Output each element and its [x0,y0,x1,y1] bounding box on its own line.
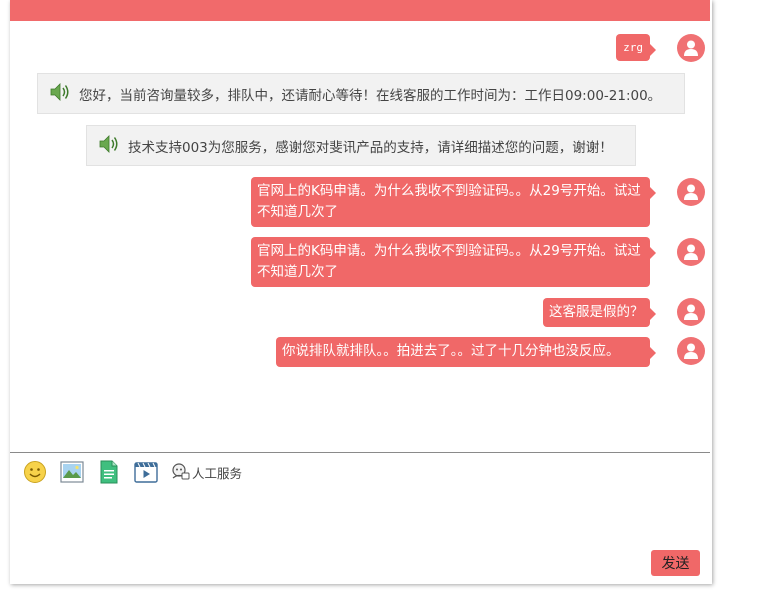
chat-window: zrg 您好，当前咨询量较多，排队中，还请耐心等待！在线客服的工作时间为：工作日… [10,0,712,584]
user-icon [684,343,698,359]
system-message: 您好，当前咨询量较多，排队中，还请耐心等待！在线客服的工作时间为：工作日09:0… [37,73,685,114]
user-message-bubble: 官网上的K码申请。为什么我收不到验证码。。从29号开始。试过不知道几次了 [251,177,656,227]
emoji-button[interactable] [22,459,48,485]
user-avatar [677,238,705,266]
message-text: 你说排队就排队。。拍进去了。。过了十几分钟也没反应。 [282,343,620,359]
message-text: 您好，当前咨询量较多，排队中，还请耐心等待！在线客服的工作时间为：工作日09:0… [79,87,662,104]
customer-service-icon [172,463,190,480]
message-text: 官网上的K码申请。为什么我收不到验证码。。从29号开始。试过不知道几次了 [257,243,641,280]
user-icon [684,304,698,320]
message-text: 官网上的K码申请。为什么我收不到验证码。。从29号开始。试过不知道几次了 [257,183,641,220]
manual-service-label: 人工服务 [192,465,243,481]
speaker-icon [50,82,71,105]
user-avatar [677,34,705,62]
manual-service-button[interactable]: 人工服务 [170,463,242,482]
video-icon [134,462,158,483]
send-file-button[interactable] [96,459,122,485]
user-avatar [677,178,705,206]
send-video-button[interactable] [133,459,159,485]
document-icon [100,460,118,484]
user-message-bubble: 官网上的K码申请。为什么我收不到验证码。。从29号开始。试过不知道几次了 [251,237,656,287]
user-message-bubble: 你说排队就排队。。拍进去了。。过了十几分钟也没反应。 [276,337,656,367]
user-icon [684,184,698,200]
message-text: 这客服是假的？ [549,304,644,320]
speaker-icon [99,134,120,157]
top-bar [10,0,710,21]
message-list[interactable]: zrg 您好，当前咨询量较多，排队中，还请耐心等待！在线客服的工作时间为：工作日… [10,21,710,452]
input-toolbar: 人工服务 [22,459,242,485]
send-image-button[interactable] [59,459,85,485]
user-avatar [677,337,705,365]
message-input[interactable] [10,490,710,545]
input-divider [10,452,710,453]
send-button[interactable]: 发送 [651,550,700,576]
system-message: 技术支持003为您服务，感谢您对斐讯产品的支持，请详细描述您的问题，谢谢！ [86,125,636,166]
message-text: zrg [623,41,643,54]
user-icon [684,244,698,260]
user-avatar [677,298,705,326]
image-icon [60,461,84,483]
user-icon [684,40,698,56]
user-message-bubble: 这客服是假的？ [543,298,656,327]
smiley-icon [24,461,46,483]
message-text: 技术支持003为您服务，感谢您对斐讯产品的支持，请详细描述您的问题，谢谢！ [128,139,613,156]
user-message-bubble: zrg [616,34,656,61]
